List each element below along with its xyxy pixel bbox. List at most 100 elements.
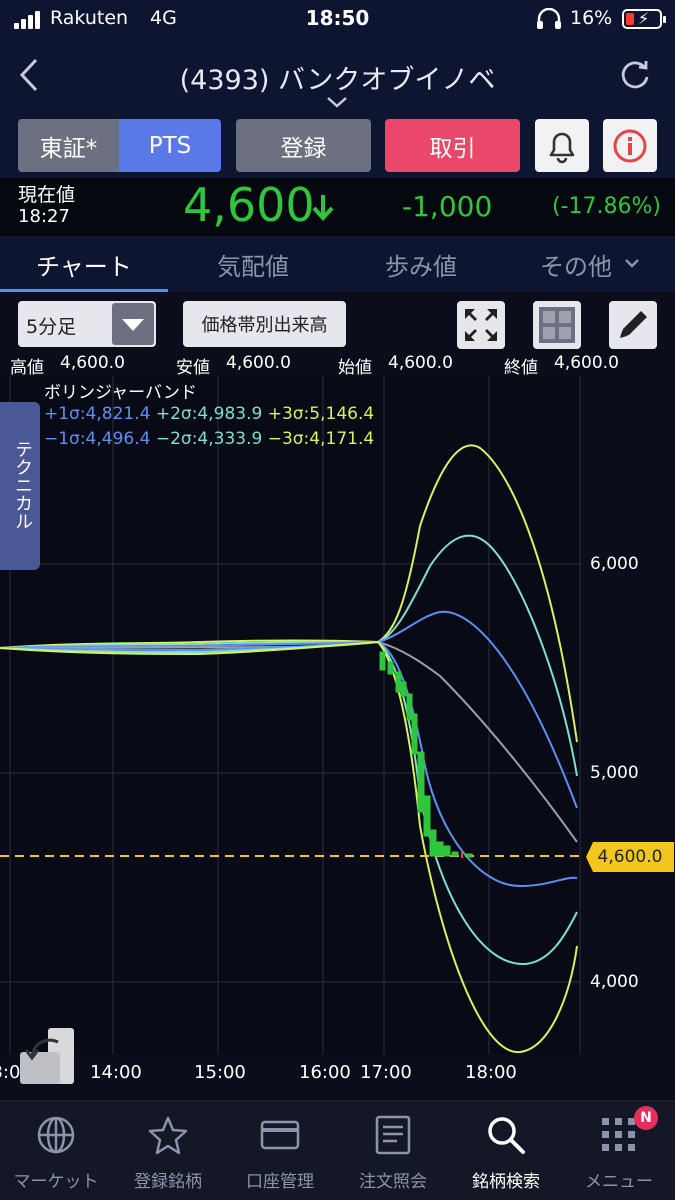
x-tick-label: 17:00 — [360, 1062, 412, 1083]
x-tick-label: 16:00 — [299, 1062, 351, 1083]
open-value: 4,600.0 — [388, 353, 453, 373]
y-tick-label: 5,000 — [590, 763, 639, 783]
period-select[interactable]: 5分足 — [18, 301, 156, 347]
info-button[interactable] — [603, 119, 657, 172]
headphone-icon — [537, 8, 561, 29]
alert-button[interactable] — [535, 119, 589, 172]
undo-icon[interactable] — [18, 1026, 76, 1086]
high-value: 4,600.0 — [60, 353, 125, 373]
nav-label: マーケット — [13, 1172, 99, 1192]
chart-toolbar: 5分足 価格帯別出来高 — [0, 292, 675, 352]
chart-canvas[interactable] — [0, 376, 675, 1100]
action-button-row: 東証* PTS 登録 取引 — [0, 112, 675, 178]
expand-icon — [465, 309, 497, 341]
price-time: 18:27 — [18, 206, 70, 227]
status-bar: Rakuten 4G 18:50 16% ⚡ — [0, 0, 675, 40]
nav-menu[interactable]: メニュー — [563, 1101, 675, 1200]
tab-quote[interactable]: 気配値 — [217, 247, 289, 282]
sigma1-lower-value: −1σ:4,496.4 — [44, 429, 151, 449]
candle — [429, 829, 437, 857]
ohlc-row: 高値 4,600.0 安値 4,600.0 始値 4,600.0 終値 4,60… — [0, 352, 675, 378]
tosho-button[interactable]: 東証* — [18, 119, 119, 172]
close-label: 終値 — [504, 358, 538, 378]
nav-bar: (4393) バンクオブイノベ — [0, 40, 675, 112]
low-label: 安値 — [176, 358, 210, 378]
nav-search[interactable]: 銘柄検索 — [450, 1101, 562, 1200]
expand-button[interactable] — [457, 301, 505, 349]
nav-watchlist[interactable]: 登録銘柄 — [112, 1101, 224, 1200]
volume-profile-button[interactable]: 価格帯別出来高 — [183, 301, 346, 347]
sigma2-lower-value: −2σ:4,333.9 — [155, 429, 263, 449]
sigma3-lower-value: −3σ:4,171.4 — [267, 429, 375, 449]
globe-icon — [37, 1116, 75, 1154]
nav-label: メニュー — [585, 1172, 653, 1192]
candle — [423, 795, 431, 837]
pts-button[interactable]: PTS — [119, 119, 221, 172]
nav-account[interactable]: 口座管理 — [224, 1101, 336, 1200]
bollinger-lower-values: −1σ:4,496.4 −2σ:4,333.9 −3σ:4,171.4 — [44, 429, 374, 449]
y-tick-label: 4,000 — [590, 972, 639, 992]
tab-trades[interactable]: 歩み値 — [385, 247, 457, 282]
x-tick-label: 14:00 — [90, 1062, 142, 1083]
chevron-down-icon[interactable] — [624, 258, 640, 268]
candle — [406, 693, 413, 721]
candle — [465, 853, 473, 858]
tab-chart[interactable]: チャート — [36, 247, 132, 282]
notification-badge: N — [634, 1106, 658, 1130]
open-label: 始値 — [338, 358, 372, 378]
current-price-tag: 4,600.0 — [586, 842, 674, 872]
pencil-icon — [620, 311, 647, 338]
nav-market[interactable]: マーケット — [0, 1101, 112, 1200]
battery-icon: ⚡ — [622, 9, 666, 29]
candle — [395, 671, 402, 693]
candle — [451, 851, 459, 857]
nav-label: 注文照会 — [359, 1172, 427, 1192]
tab-other[interactable]: その他 — [540, 247, 612, 282]
info-icon — [613, 129, 647, 162]
refresh-icon[interactable] — [618, 58, 652, 92]
card-icon — [260, 1120, 300, 1150]
dropdown-arrow-icon — [112, 303, 154, 345]
x-tick-label: 15:00 — [194, 1062, 246, 1083]
candle — [436, 841, 444, 857]
sigma3-upper-value: +3σ:5,146.4 — [267, 404, 375, 424]
star-icon — [148, 1116, 188, 1155]
grid-icon — [539, 307, 575, 343]
bell-icon — [549, 132, 575, 163]
candle — [387, 661, 394, 675]
layout-button[interactable] — [533, 301, 581, 349]
current-price: 4,600 — [183, 178, 315, 232]
y-tick-label: 6,000 — [590, 554, 639, 574]
bollinger-legend: ボリンジャーバンド +1σ:4,821.4 +2σ:4,983.9 +3σ:5,… — [44, 378, 374, 449]
candle — [379, 651, 386, 671]
candle — [400, 681, 407, 697]
bottom-nav: マーケット 登録銘柄 口座管理 注文照会 銘柄検索 メニュー — [0, 1100, 675, 1200]
candle — [411, 713, 418, 755]
register-button[interactable]: 登録 — [236, 119, 371, 172]
stock-title[interactable]: (4393) バンクオブイノベ — [0, 58, 675, 97]
detail-tabs: チャート 気配値 歩み値 その他 — [0, 236, 675, 293]
nav-orders[interactable]: 注文照会 — [337, 1101, 449, 1200]
bollinger-upper-values: +1σ:4,821.4 +2σ:4,983.9 +3σ:5,146.4 — [44, 404, 374, 424]
draw-button[interactable] — [609, 301, 657, 349]
nav-label: 口座管理 — [246, 1172, 314, 1192]
price-change-percent: (-17.86%) — [552, 194, 661, 219]
chevron-down-icon[interactable] — [326, 96, 348, 108]
search-icon — [488, 1117, 525, 1154]
price-chart[interactable]: ボリンジャーバンド +1σ:4,821.4 +2σ:4,983.9 +3σ:5,… — [0, 376, 675, 1100]
price-change: -1,000 — [402, 190, 493, 223]
technical-side-tab[interactable]: テクニカル — [0, 402, 40, 570]
candle — [443, 845, 451, 857]
candle — [417, 751, 425, 813]
high-label: 高値 — [10, 358, 44, 378]
bollinger-title: ボリンジャーバンド — [44, 383, 197, 403]
low-value: 4,600.0 — [226, 353, 291, 373]
arrow-down-icon — [312, 195, 334, 221]
trade-button[interactable]: 取引 — [385, 119, 520, 172]
battery-percent: 16% — [570, 7, 613, 29]
sigma1-upper-value: +1σ:4,821.4 — [44, 404, 151, 424]
technical-label: テクニカル — [12, 440, 33, 530]
close-value: 4,600.0 — [554, 353, 619, 373]
x-tick-label: 18:00 — [465, 1062, 517, 1083]
nav-label: 銘柄検索 — [472, 1172, 540, 1192]
